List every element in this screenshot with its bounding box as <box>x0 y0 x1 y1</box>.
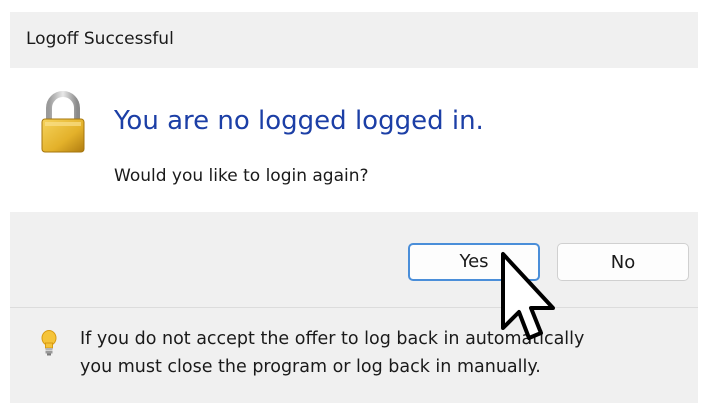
no-button[interactable]: No <box>557 243 689 281</box>
mouse-cursor-icon <box>501 252 555 340</box>
content-text: Would you like to login again? <box>114 166 369 186</box>
lock-icon <box>41 91 85 153</box>
main-instruction: You are no logged logged in. <box>114 106 484 136</box>
title-bar[interactable]: Logoff Successful <box>10 12 698 68</box>
dialog-content: You are no logged logged in. Would you l… <box>10 68 698 212</box>
footer: If you do not accept the offer to log ba… <box>10 307 698 403</box>
window-title: Logoff Successful <box>26 29 174 49</box>
lightbulb-icon <box>41 330 57 356</box>
button-row: Yes No <box>10 212 698 304</box>
logoff-dialog: Logoff Successful You are no logged logg… <box>10 12 698 403</box>
footer-line-2: you must close the program or log back i… <box>80 357 541 377</box>
footer-line-1: If you do not accept the offer to log ba… <box>80 329 585 349</box>
footer-text: If you do not accept the offer to log ba… <box>80 325 692 381</box>
